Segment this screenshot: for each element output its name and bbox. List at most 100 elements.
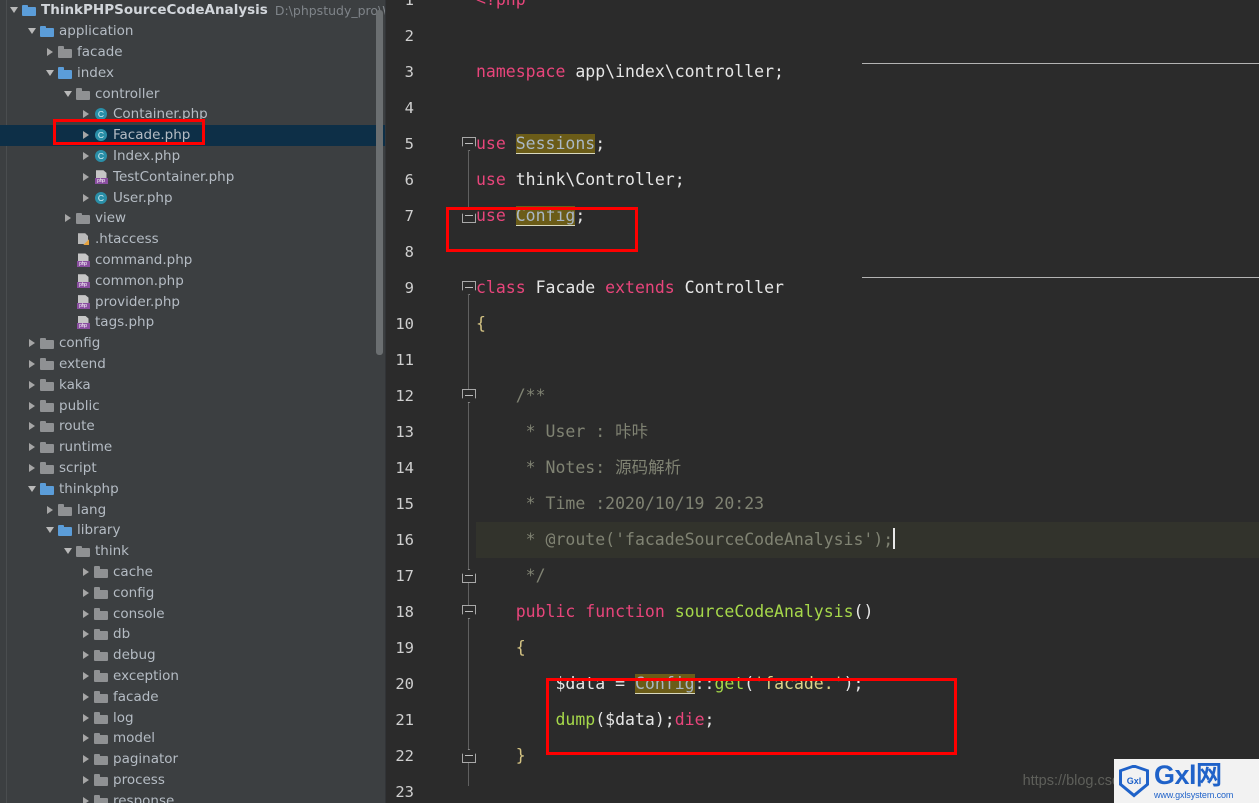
fold-toggle-icon[interactable]	[462, 605, 476, 619]
chevron-right-icon[interactable]	[25, 399, 38, 412]
code-line[interactable]: /**	[476, 378, 546, 414]
tree-item-paginator[interactable]: paginator	[0, 749, 386, 770]
chevron-right-icon[interactable]	[79, 191, 92, 204]
code-line[interactable]: <?php	[476, 0, 526, 18]
tree-item-script[interactable]: script	[0, 458, 386, 479]
tree-item-debug[interactable]: debug	[0, 645, 386, 666]
code-line[interactable]: use Config;	[476, 198, 585, 234]
chevron-right-icon[interactable]	[25, 441, 38, 454]
code-line[interactable]: * Notes: 源码解析	[476, 450, 681, 486]
sidebar-vertical-scrollbar[interactable]	[376, 10, 383, 355]
chevron-right-icon[interactable]	[25, 337, 38, 350]
tree-item-provider-php[interactable]: provider.php	[0, 291, 386, 312]
code-line[interactable]: */	[476, 558, 546, 594]
chevron-down-icon[interactable]	[25, 25, 38, 38]
tree-item-config[interactable]: config	[0, 333, 386, 354]
tree-item-command-php[interactable]: command.php	[0, 250, 386, 271]
chevron-right-icon[interactable]	[25, 420, 38, 433]
code-line[interactable]: class Facade extends Controller	[476, 270, 784, 306]
fold-toggle-icon[interactable]	[462, 281, 476, 295]
tree-item-index[interactable]: index	[0, 62, 386, 83]
chevron-right-icon[interactable]	[79, 628, 92, 641]
chevron-down-icon[interactable]	[25, 482, 38, 495]
code-line[interactable]: {	[476, 630, 526, 666]
tree-item-testcontainer-php[interactable]: TestContainer.php	[0, 166, 386, 187]
tree-item-log[interactable]: log	[0, 707, 386, 728]
tree-item-db[interactable]: db	[0, 624, 386, 645]
chevron-down-icon[interactable]	[61, 545, 74, 558]
tree-item-application[interactable]: application	[0, 21, 386, 42]
chevron-down-icon[interactable]	[43, 524, 56, 537]
tree-item-think[interactable]: think	[0, 541, 386, 562]
tree-item--htaccess[interactable]: .htaccess	[0, 229, 386, 250]
fold-toggle-icon[interactable]	[462, 389, 476, 403]
code-line[interactable]: public function sourceCodeAnalysis()	[476, 594, 874, 630]
code-line[interactable]: use think\Controller;	[476, 162, 685, 198]
chevron-down-icon[interactable]	[61, 87, 74, 100]
tree-item-public[interactable]: public	[0, 395, 386, 416]
chevron-right-icon[interactable]	[79, 607, 92, 620]
code-line[interactable]: use Sessions;	[476, 126, 605, 162]
code-line[interactable]: }	[476, 738, 526, 774]
code-editor[interactable]: 1234567891011121314151617181920212223 <?…	[386, 0, 1259, 803]
chevron-right-icon[interactable]	[25, 461, 38, 474]
tree-item-lang[interactable]: lang	[0, 499, 386, 520]
tree-item-index-php[interactable]: C Index.php	[0, 146, 386, 167]
chevron-right-icon[interactable]	[25, 378, 38, 391]
fold-toggle-icon[interactable]	[462, 569, 476, 583]
tree-item-library[interactable]: library	[0, 520, 386, 541]
chevron-right-icon[interactable]	[79, 586, 92, 599]
chevron-right-icon[interactable]	[79, 149, 92, 162]
chevron-right-icon[interactable]	[79, 669, 92, 682]
tree-item-model[interactable]: model	[0, 728, 386, 749]
chevron-right-icon[interactable]	[79, 690, 92, 703]
tree-item-process[interactable]: process	[0, 770, 386, 791]
chevron-down-icon[interactable]	[43, 66, 56, 79]
code-line[interactable]: * @route('facadeSourceCodeAnalysis');	[476, 522, 895, 558]
chevron-right-icon[interactable]	[43, 45, 56, 58]
tree-item-common-php[interactable]: common.php	[0, 270, 386, 291]
tree-item-user-php[interactable]: C User.php	[0, 187, 386, 208]
tree-item-facade[interactable]: facade	[0, 42, 386, 63]
tree-item-route[interactable]: route	[0, 416, 386, 437]
tree-item-cache[interactable]: cache	[0, 562, 386, 583]
tree-item-facade-php[interactable]: C Facade.php	[0, 124, 386, 146]
chevron-down-icon[interactable]	[7, 4, 20, 17]
fold-toggle-icon[interactable]	[462, 209, 476, 223]
tree-item-thinkphp[interactable]: thinkphp	[0, 478, 386, 499]
chevron-right-icon[interactable]	[79, 129, 92, 142]
tree-item-tags-php[interactable]: tags.php	[0, 312, 386, 333]
chevron-right-icon[interactable]	[79, 649, 92, 662]
tree-item-console[interactable]: console	[0, 603, 386, 624]
chevron-right-icon[interactable]	[79, 753, 92, 766]
chevron-right-icon[interactable]	[79, 711, 92, 724]
tree-item-container-php[interactable]: C Container.php	[0, 104, 386, 125]
tree-item-view[interactable]: view	[0, 208, 386, 229]
tree-item-response[interactable]: response	[0, 790, 386, 803]
tree-item-facade[interactable]: facade	[0, 686, 386, 707]
tree-item-config[interactable]: config	[0, 582, 386, 603]
tree-item-controller[interactable]: controller	[0, 83, 386, 104]
tree-item-thinkphpsourcecodeanalysis[interactable]: ThinkPHPSourceCodeAnalysis D:\phpstudy_pr…	[0, 0, 386, 21]
chevron-right-icon[interactable]	[79, 565, 92, 578]
chevron-right-icon[interactable]	[25, 357, 38, 370]
code-line[interactable]: $data = Config::get('facade.');	[476, 666, 863, 702]
tree-item-exception[interactable]: exception	[0, 666, 386, 687]
chevron-right-icon[interactable]	[79, 773, 92, 786]
chevron-right-icon[interactable]	[79, 170, 92, 183]
tree-item-kaka[interactable]: kaka	[0, 374, 386, 395]
chevron-right-icon[interactable]	[79, 794, 92, 803]
chevron-right-icon[interactable]	[79, 108, 92, 121]
chevron-right-icon[interactable]	[61, 212, 74, 225]
chevron-right-icon[interactable]	[43, 503, 56, 516]
tree-item-runtime[interactable]: runtime	[0, 437, 386, 458]
code-line[interactable]: * User : 咔咔	[476, 414, 648, 450]
project-tree-panel[interactable]: ThinkPHPSourceCodeAnalysis D:\phpstudy_pr…	[0, 0, 386, 803]
fold-toggle-icon[interactable]	[462, 749, 476, 763]
fold-toggle-icon[interactable]	[462, 137, 476, 151]
chevron-right-icon[interactable]	[79, 732, 92, 745]
code-line[interactable]: {	[476, 306, 486, 342]
code-line[interactable]: * Time :2020/10/19 20:23	[476, 486, 764, 522]
tree-item-extend[interactable]: extend	[0, 354, 386, 375]
code-line[interactable]: dump($data);die;	[476, 702, 714, 738]
